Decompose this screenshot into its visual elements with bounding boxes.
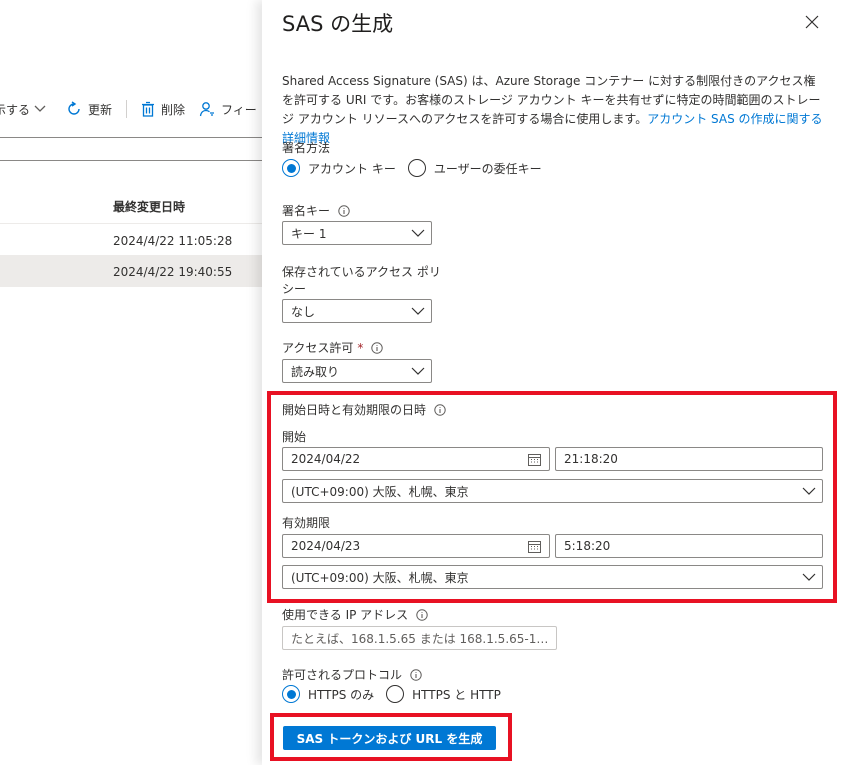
stored-policy-dropdown[interactable]: なし	[282, 299, 432, 323]
info-icon[interactable]	[371, 341, 384, 354]
signing-method-label: 署名方法	[282, 139, 330, 156]
trash-icon	[142, 101, 155, 117]
stored-policy-value: なし	[291, 304, 316, 319]
radio-button[interactable]	[386, 685, 405, 703]
filter-button[interactable]: フィー	[199, 101, 257, 118]
expiry-timezone-value: (UTC+09:00) 大阪、札幌、東京	[291, 570, 469, 585]
radio-https-and-http[interactable]: HTTPS と HTTP	[386, 685, 501, 703]
allowed-ip-input[interactable]: たとえば、168.1.5.65 または 168.1.5.65-1…	[282, 626, 557, 650]
start-date-input[interactable]: 2024/04/22	[282, 447, 550, 471]
radio-account-key-label: アカウント キー	[308, 161, 396, 176]
panel-title: SAS の生成	[282, 12, 394, 36]
view-menu-button[interactable]: 示する	[0, 101, 52, 118]
info-icon[interactable]	[338, 204, 350, 217]
radio-account-key[interactable]: アカウント キー	[282, 159, 396, 177]
allowed-ip-placeholder: たとえば、168.1.5.65 または 168.1.5.65-1…	[291, 631, 549, 646]
close-icon	[805, 15, 819, 29]
close-button[interactable]	[802, 12, 822, 32]
start-timezone-value: (UTC+09:00) 大阪、札幌、東京	[291, 484, 469, 499]
filter-label: フィー	[221, 102, 257, 117]
refresh-label: 更新	[88, 102, 113, 117]
signing-key-value: キー 1	[291, 226, 327, 241]
radio-user-delegation-key-label: ユーザーの委任キー	[433, 161, 542, 176]
info-icon[interactable]	[434, 403, 446, 416]
permissions-label: アクセス許可 *	[282, 339, 384, 356]
expiry-time-value: 5:18:20	[564, 539, 611, 553]
permissions-value: 読み取り	[291, 364, 340, 379]
chevron-down-icon	[411, 367, 425, 375]
panel-description: Shared Access Signature (SAS) は、Azure St…	[282, 72, 827, 148]
generate-sas-button[interactable]: SAS トークンおよび URL を生成	[283, 726, 496, 750]
view-menu-label: 示する	[0, 102, 31, 117]
table-row[interactable]: 2024/4/22 11:05:28	[0, 225, 262, 256]
person-filter-icon	[199, 102, 215, 117]
signing-key-label: 署名キー	[282, 202, 350, 219]
toolbar: 示する 更新 削除 フィー	[0, 97, 262, 121]
expiry-time-input[interactable]: 5:18:20	[555, 534, 823, 558]
radio-button-checked[interactable]	[282, 685, 300, 703]
datetime-section-label-text: 開始日時と有効期限の日時	[282, 403, 427, 417]
start-label: 開始	[282, 428, 306, 445]
datetime-section-label: 開始日時と有効期限の日時	[282, 401, 446, 418]
chevron-down-icon	[34, 105, 46, 112]
chevron-down-icon	[411, 229, 425, 237]
refresh-button[interactable]: 更新	[66, 101, 112, 118]
start-label-text: 開始	[282, 430, 307, 444]
stored-policy-label-cont: シー	[282, 280, 306, 297]
expiry-label: 有効期限	[282, 514, 330, 531]
start-date-value: 2024/04/22	[291, 452, 361, 466]
delete-label: 削除	[161, 102, 186, 117]
info-icon[interactable]	[416, 608, 428, 621]
header-divider	[0, 223, 262, 224]
generate-sas-panel: SAS の生成 Shared Access Signature (SAS) は、…	[262, 0, 844, 765]
column-header-modified[interactable]: 最終変更日時	[113, 198, 185, 215]
allowed-ip-label: 使用できる IP アドレス	[282, 606, 428, 623]
signing-key-label-text: 署名キー	[282, 204, 331, 218]
start-time-value: 21:18:20	[564, 452, 618, 466]
permissions-dropdown[interactable]: 読み取り	[282, 359, 432, 383]
info-icon[interactable]	[410, 668, 422, 681]
radio-button-checked[interactable]	[282, 159, 300, 177]
allowed-ip-label-text: 使用できる IP アドレス	[282, 608, 409, 622]
modified-cell: 2024/4/22 11:05:28	[113, 234, 233, 248]
stored-policy-label-line1: 保存されているアクセス ポリ	[282, 265, 441, 279]
table-row-selected[interactable]: 2024/4/22 19:40:55	[0, 256, 262, 287]
signing-method-label-text: 署名方法	[282, 141, 331, 155]
expiry-label-text: 有効期限	[282, 516, 331, 530]
calendar-icon[interactable]	[528, 540, 541, 553]
radio-https-only-label: HTTPS のみ	[308, 687, 375, 702]
background-page: 示する 更新 削除 フィー 最終変更日時 2024/4/22 11:05:28 …	[0, 0, 262, 765]
radio-https-only[interactable]: HTTPS のみ	[282, 685, 374, 703]
protocols-label-text: 許可されるプロトコル	[282, 668, 403, 682]
chevron-down-icon	[802, 487, 816, 495]
signing-method-radio-group: アカウント キー ユーザーの委任キー	[282, 159, 554, 177]
start-time-input[interactable]: 21:18:20	[555, 447, 823, 471]
modified-cell: 2024/4/22 19:40:55	[113, 265, 233, 279]
radio-user-delegation-key[interactable]: ユーザーの委任キー	[407, 159, 542, 177]
delete-button[interactable]: 削除	[141, 101, 185, 118]
required-mark: *	[357, 340, 364, 355]
refresh-icon	[68, 101, 80, 115]
chevron-down-icon	[802, 573, 816, 581]
protocols-radio-group: HTTPS のみ HTTPS と HTTP	[282, 685, 513, 703]
expiry-timezone-dropdown[interactable]: (UTC+09:00) 大阪、札幌、東京	[282, 565, 823, 589]
radio-button[interactable]	[407, 159, 426, 177]
filter-input[interactable]	[0, 137, 262, 161]
stored-policy-label-line2: シー	[282, 282, 307, 296]
expiry-date-input[interactable]: 2024/04/23	[282, 534, 550, 558]
start-timezone-dropdown[interactable]: (UTC+09:00) 大阪、札幌、東京	[282, 479, 823, 503]
signing-key-dropdown[interactable]: キー 1	[282, 221, 432, 245]
expiry-date-value: 2024/04/23	[291, 539, 361, 553]
stored-policy-label: 保存されているアクセス ポリ	[282, 263, 441, 280]
protocols-label: 許可されるプロトコル	[282, 666, 422, 683]
toolbar-divider	[126, 100, 128, 118]
permissions-label-text: アクセス許可	[282, 341, 354, 355]
radio-https-and-http-label: HTTPS と HTTP	[412, 687, 501, 702]
chevron-down-icon	[411, 307, 425, 315]
calendar-icon[interactable]	[528, 453, 541, 466]
